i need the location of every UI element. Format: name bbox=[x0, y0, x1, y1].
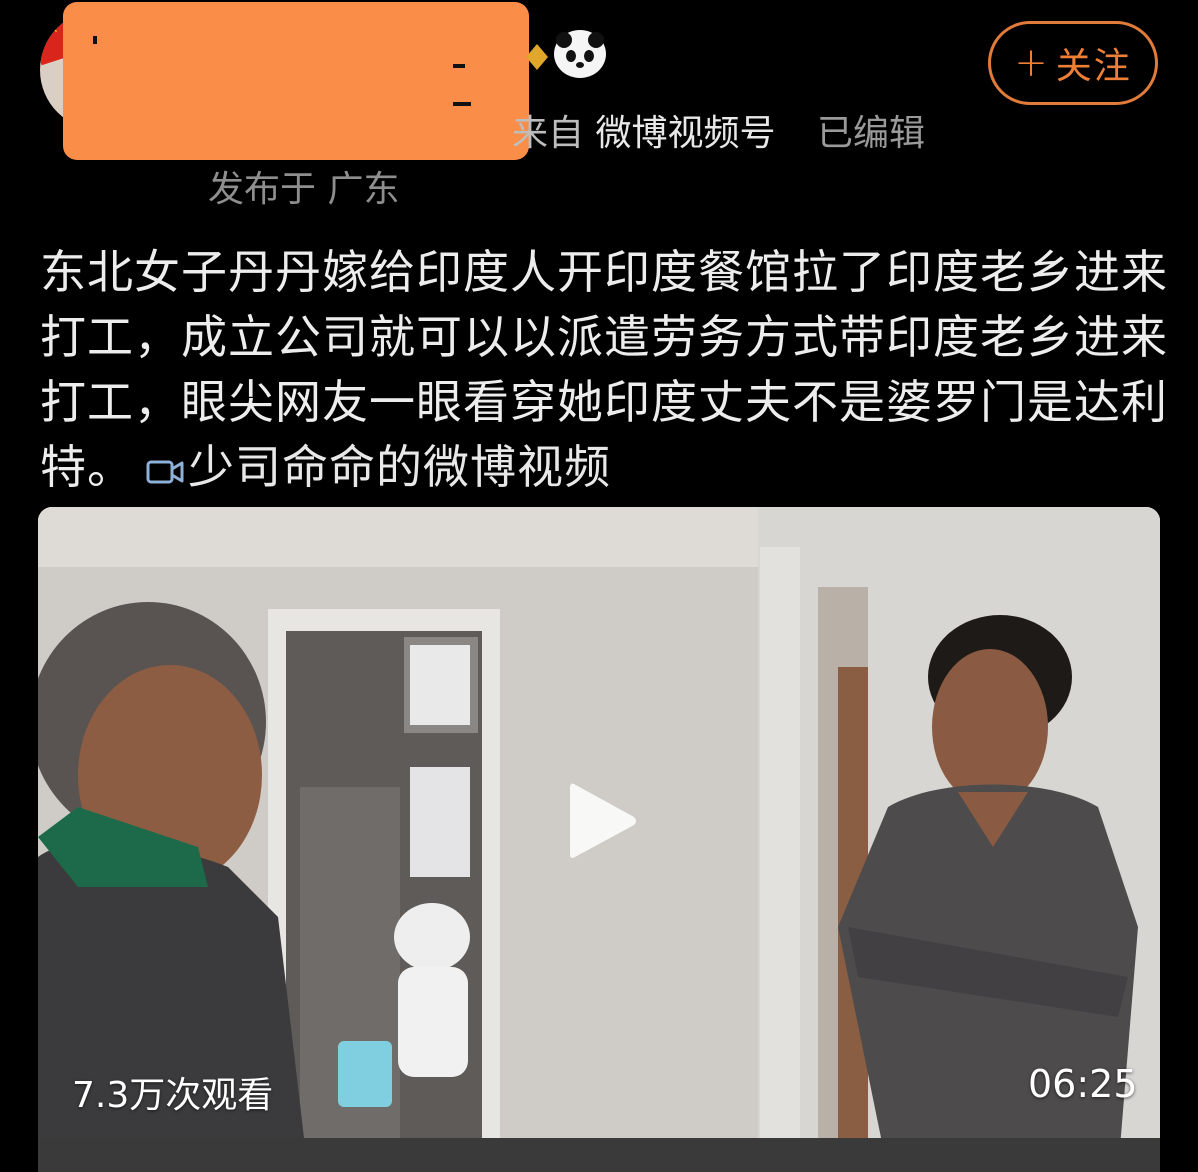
post-body: 东北女子丹丹嫁给印度人开印度餐馆拉了印度老乡进来打工，成立公司就可以以派遣劳务方… bbox=[40, 240, 1170, 500]
follow-label: 关注 bbox=[1055, 46, 1132, 87]
video-link[interactable]: 少司命命的微博视频 bbox=[134, 440, 611, 494]
view-count: 7.3万次观看 bbox=[72, 1075, 274, 1116]
source-prefix: 来自 bbox=[512, 113, 585, 154]
verified-badge-icon bbox=[526, 44, 548, 70]
edited-label: 已编辑 bbox=[816, 113, 925, 154]
video-camera-icon bbox=[146, 460, 184, 484]
video-link-label: 少司命命的微博视频 bbox=[188, 440, 611, 494]
video-bottom-strip bbox=[38, 1138, 1160, 1172]
source-link[interactable]: 微博视频号 bbox=[595, 113, 775, 154]
post-meta: 来自 微博视频号 已编辑 bbox=[512, 104, 925, 156]
redacted-username bbox=[63, 2, 529, 160]
play-icon[interactable] bbox=[566, 778, 640, 864]
panda-icon bbox=[554, 30, 606, 78]
post-location: 发布于 广东 bbox=[208, 169, 400, 210]
video-duration: 06:25 bbox=[1028, 1062, 1138, 1106]
plus-icon: + bbox=[1014, 40, 1050, 86]
follow-button[interactable]: + 关注 bbox=[988, 21, 1158, 105]
